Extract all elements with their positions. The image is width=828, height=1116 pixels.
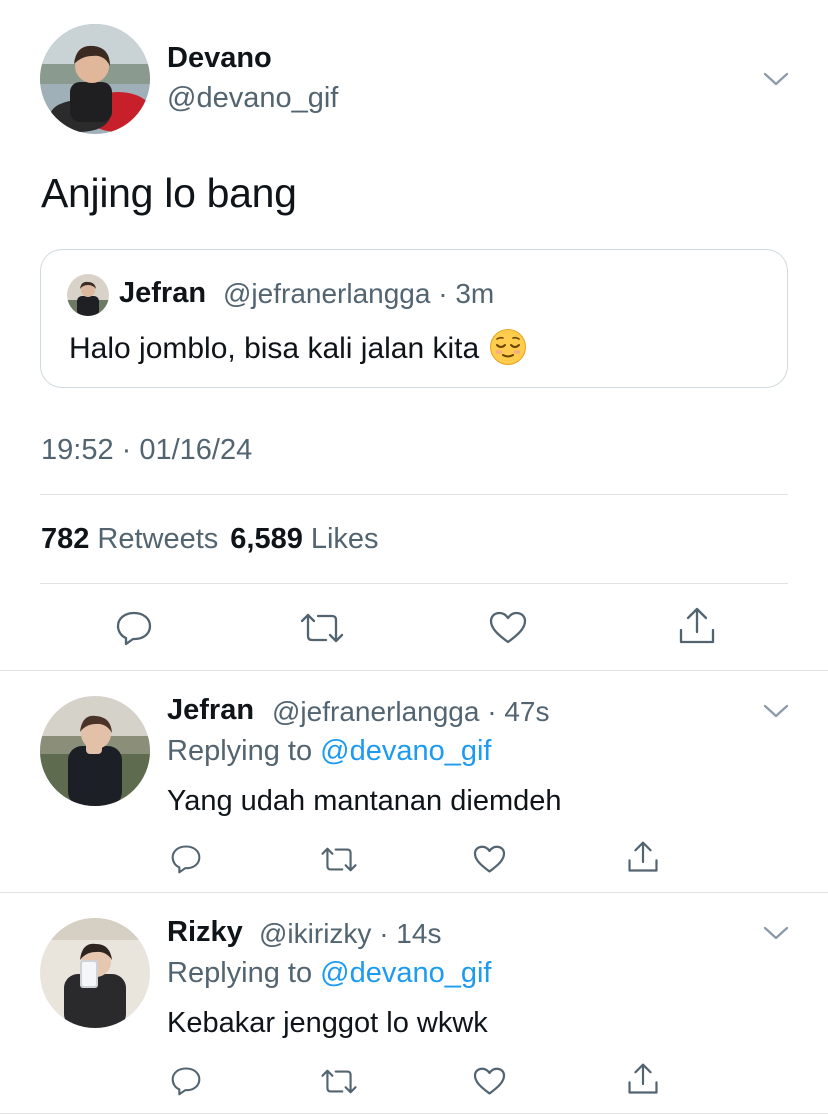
likes-label[interactable]: Likes	[311, 523, 379, 555]
mention-link[interactable]: @devano_gif	[320, 735, 491, 767]
quote-handle-time: @jefranerlangga · 3m	[223, 278, 495, 309]
retweet-icon[interactable]	[299, 612, 345, 644]
reply-handle-time[interactable]: @ikirizky · 14s	[259, 918, 441, 950]
reply-display-name[interactable]: Rizky	[167, 916, 243, 949]
quote-text: Halo jomblo, bisa kali jalan kita	[69, 328, 527, 366]
divider	[0, 892, 828, 893]
reply-text: Yang udah mantanan diemdeh	[167, 785, 562, 817]
replying-to-prefix: Replying to	[167, 957, 321, 989]
reply-tweet[interactable]: Rizky @ikirizky · 14s Replying to @devan…	[0, 894, 828, 1113]
retweets-label[interactable]: Retweets	[97, 523, 218, 555]
share-icon[interactable]	[678, 606, 716, 646]
replying-to: Replying to @devano_gif	[167, 957, 492, 990]
reply-tweet[interactable]: Jefran @jefranerlangga · 47s Replying to…	[0, 672, 828, 892]
avatar[interactable]	[40, 24, 150, 134]
reply-icon[interactable]	[170, 844, 202, 874]
like-icon[interactable]	[473, 1067, 506, 1096]
tweet-text: Anjing lo bang	[41, 170, 297, 216]
tweet-stats: 782 Retweets 6,589 Likes	[41, 523, 391, 556]
quote-avatar	[67, 274, 109, 316]
reply-icon[interactable]	[115, 610, 153, 646]
reply-display-name[interactable]: Jefran	[167, 694, 254, 727]
user-handle[interactable]: @devano_gif	[167, 82, 338, 115]
replying-to-prefix: Replying to	[167, 735, 321, 767]
reply-text: Kebakar jenggot lo wkwk	[167, 1007, 488, 1039]
divider	[0, 670, 828, 671]
chevron-down-icon[interactable]	[762, 702, 790, 720]
reply-handle-time[interactable]: @jefranerlangga · 47s	[272, 696, 549, 728]
relieved-face-emoji	[489, 328, 527, 366]
share-icon[interactable]	[627, 840, 659, 874]
quote-display-name: Jefran	[119, 277, 207, 309]
share-icon[interactable]	[627, 1062, 659, 1096]
quote-text-content: Halo jomblo, bisa kali jalan kita	[69, 332, 480, 365]
like-icon[interactable]	[489, 611, 527, 645]
avatar[interactable]	[40, 696, 150, 806]
retweet-icon[interactable]	[320, 1068, 358, 1095]
display-name[interactable]: Devano	[167, 42, 272, 75]
retweets-count[interactable]: 782	[41, 523, 89, 555]
avatar[interactable]	[40, 918, 150, 1028]
quoted-tweet[interactable]: Jefran @jefranerlangga · 3m Halo jomblo,…	[40, 249, 788, 388]
mention-link[interactable]: @devano_gif	[320, 957, 491, 989]
chevron-down-icon[interactable]	[762, 924, 790, 942]
tweet-timestamp[interactable]: 19:52 · 01/16/24	[41, 434, 252, 467]
like-icon[interactable]	[473, 845, 506, 874]
chevron-down-icon[interactable]	[762, 70, 790, 88]
reply-icon[interactable]	[170, 1066, 202, 1096]
replying-to: Replying to @devano_gif	[167, 735, 492, 768]
divider	[0, 1113, 828, 1114]
likes-count[interactable]: 6,589	[230, 523, 303, 555]
retweet-icon[interactable]	[320, 846, 358, 873]
divider	[40, 583, 788, 584]
divider	[40, 494, 788, 495]
main-tweet: Devano @devano_gif Anjing lo bang Jefran…	[0, 0, 828, 671]
